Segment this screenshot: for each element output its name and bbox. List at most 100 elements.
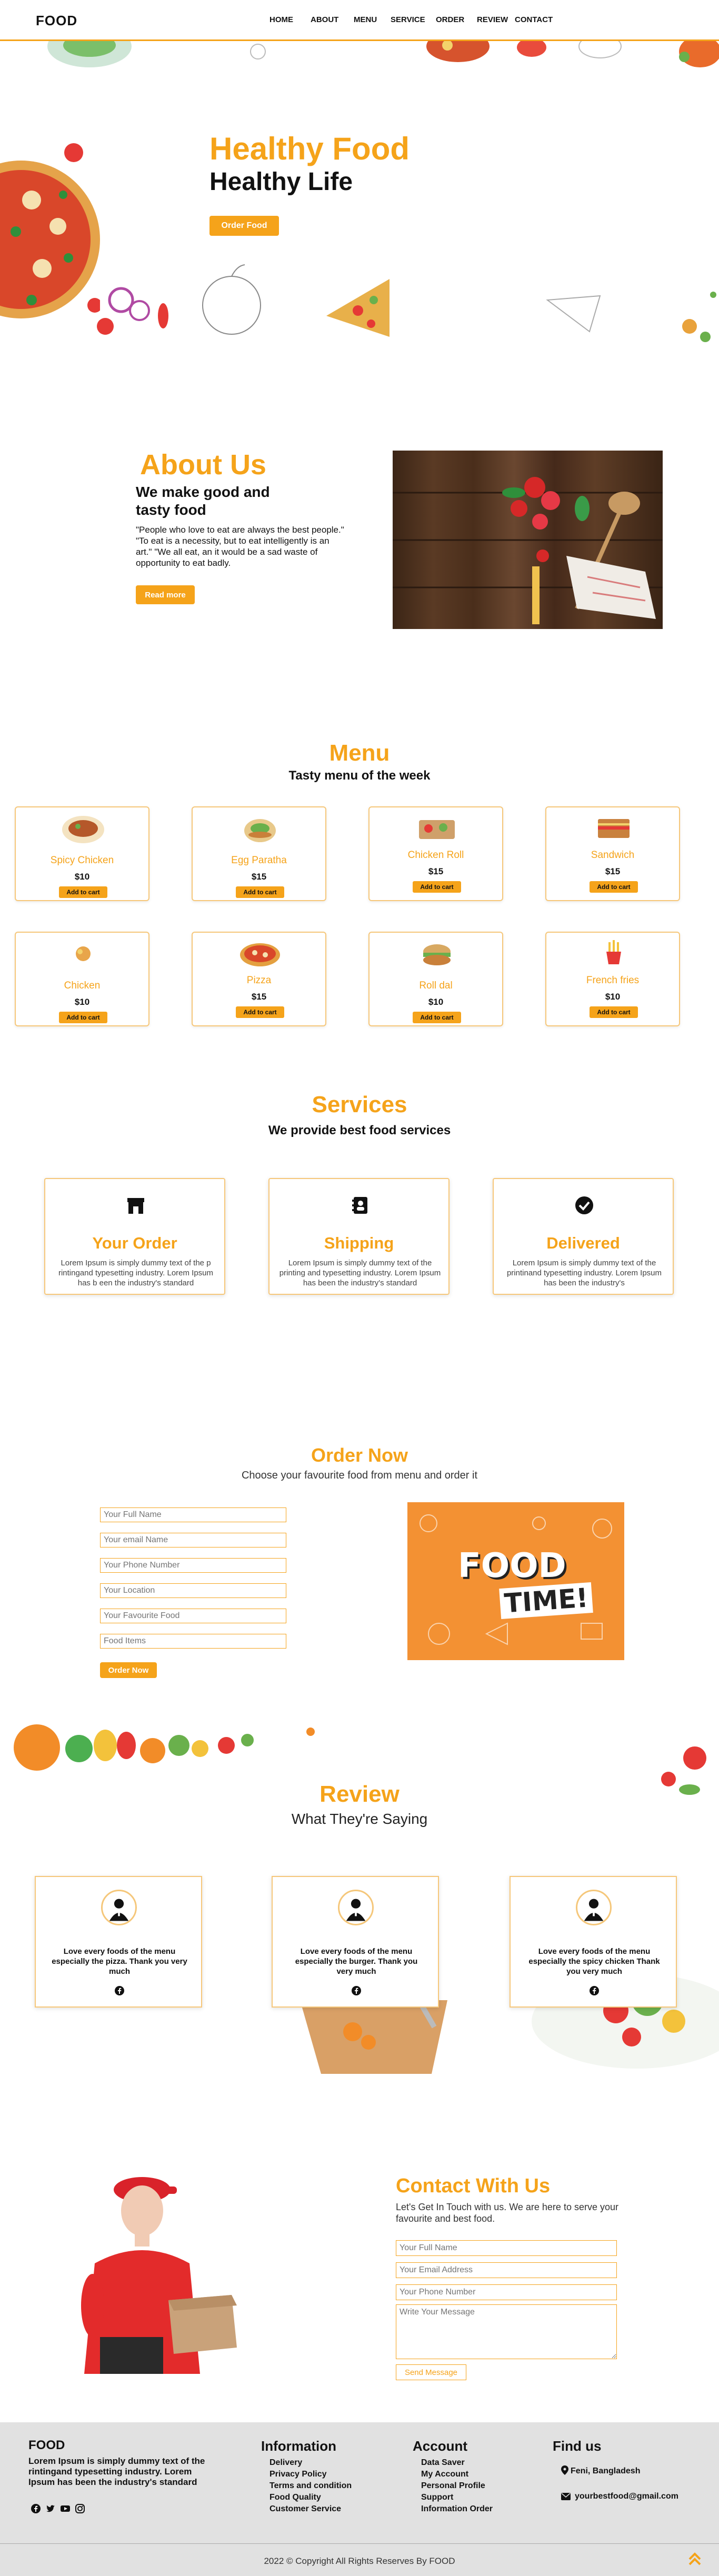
facebook-icon[interactable] [114,1985,125,1996]
review-text: Love every foods of the menu especially … [295,1947,418,1976]
nav-menu[interactable]: MENU [354,15,377,24]
youtube-icon[interactable] [60,2503,71,2514]
about-image [393,451,663,629]
nav-about[interactable]: ABOUT [311,15,338,24]
service-title: Your Order [92,1234,177,1252]
menu-title: Menu [329,740,390,766]
contact-email-input[interactable] [396,2262,617,2278]
menu-subtitle: Tasty menu of the week [288,768,431,783]
facebook-icon[interactable] [351,1985,362,1996]
nav-home[interactable]: HOME [269,15,293,24]
footer-link-delivery[interactable]: Delivery [269,2458,302,2468]
menu-item-price: $10 [74,872,90,882]
food-banner-text: FOOD [458,1546,566,1585]
avatar-icon [338,1890,374,1925]
nav-order[interactable]: ORDER [436,15,464,24]
pizza-image [0,143,100,318]
menu-item-name: Chicken [64,980,101,991]
menu-item-price: $10 [74,997,90,1007]
facebook-icon[interactable] [31,2503,41,2514]
phone-input[interactable] [100,1558,286,1573]
menu-item-price: $10 [428,997,444,1007]
footer-link-quality[interactable]: Food Quality [269,2493,321,2502]
menu-card-sandwich: Sandwich $15 Add to cart [545,806,680,901]
add-to-cart-button[interactable]: Add to cart [413,881,461,893]
about-subtitle: We make good and tasty food [136,484,270,518]
about-text: "People who love to eat are always the b… [136,525,344,568]
address-book-icon [352,1197,367,1214]
footer-link-privacy[interactable]: Privacy Policy [269,2470,327,2479]
add-to-cart-button[interactable]: Add to cart [236,886,284,898]
add-to-cart-button[interactable]: Add to cart [59,1012,107,1023]
service-title: Shipping [324,1234,394,1252]
location-input[interactable] [100,1583,286,1598]
menu-card-egg-paratha: Egg Paratha $15 Add to cart [192,806,326,901]
about-title: About Us [140,449,266,481]
roll-dal-image [423,944,451,965]
service-text: Lorem Ipsum is simply dummy text of the … [58,1259,214,1287]
review-text: Love every foods of the menu especially … [528,1947,660,1976]
contact-name-input[interactable] [396,2240,617,2256]
order-now-button[interactable]: Order Now [100,1662,157,1678]
add-to-cart-button[interactable]: Add to cart [236,1006,284,1018]
scroll-to-top-icon[interactable] [684,2548,705,2569]
nav-service[interactable]: SERVICE [391,15,425,24]
footer-divider [0,2543,719,2544]
copyright: 2022 © Copyright All Rights Reserves By … [264,2556,455,2566]
food-items-input[interactable] [100,1634,286,1649]
contact-title: Contact With Us [396,2175,551,2197]
nav-contact[interactable]: CONTACT [515,15,553,24]
chicken-image [76,946,91,961]
footer-email[interactable]: yourbestfood@gmail.com [575,2492,678,2501]
nav-review[interactable]: REVIEW [477,15,508,24]
menu-item-name: Sandwich [591,850,635,861]
menu-item-price: $15 [251,992,267,1002]
menu-item-name: Spicy Chicken [50,855,114,866]
menu-item-name: French fries [586,975,640,986]
footer-link-data-saver[interactable]: Data Saver [421,2458,465,2468]
review-card: Love every foods of the menu especially … [35,1876,202,2008]
pizza-item-image [240,943,280,966]
footer-link-support[interactable]: Support [421,2493,453,2502]
time-banner-text: TIME! [499,1582,594,1620]
instagram-icon[interactable] [75,2503,85,2514]
order-subtitle: Choose your favourite food from menu and… [241,1470,478,1481]
logo[interactable]: FOOD [36,13,77,29]
contact-message-input[interactable] [396,2304,617,2359]
service-card-shipping: Shipping Lorem Ipsum is simply dummy tex… [268,1178,450,1295]
favourite-food-input[interactable] [100,1609,286,1623]
add-to-cart-button[interactable]: Add to cart [590,881,638,893]
menu-card-chicken-roll: Chicken Roll $15 Add to cart [368,806,503,901]
footer-link-personal-profile[interactable]: Personal Profile [421,2481,485,2491]
send-message-button[interactable]: Send Message [396,2364,466,2380]
avatar-icon [101,1890,137,1925]
egg-paratha-image [244,819,276,842]
add-to-cart-button[interactable]: Add to cart [413,1012,461,1023]
delivery-man-illustration [81,2177,237,2374]
read-more-button[interactable]: Read more [136,585,195,604]
twitter-icon[interactable] [45,2503,56,2514]
review-card: Love every foods of the menu especially … [272,1876,439,2008]
email-icon [561,2493,571,2500]
menu-item-name: Egg Paratha [231,855,287,866]
add-to-cart-button[interactable]: Add to cart [590,1006,638,1018]
footer-link-terms[interactable]: Terms and condition [269,2481,352,2491]
contact-phone-input[interactable] [396,2284,617,2300]
footer-link-customer-service[interactable]: Customer Service [269,2504,341,2514]
order-food-button[interactable]: Order Food [209,216,279,236]
footer-link-my-account[interactable]: My Account [421,2470,468,2479]
menu-item-name: Chicken Roll [407,850,464,861]
add-to-cart-button[interactable]: Add to cart [59,886,107,898]
full-name-input[interactable] [100,1507,286,1522]
sandwich-image [598,819,630,838]
services-title: Services [312,1092,407,1117]
email-input[interactable] [100,1533,286,1547]
service-card-your-order: Your Order Lorem Ipsum is simply dummy t… [44,1178,225,1295]
footer-link-information-order[interactable]: Information Order [421,2504,493,2514]
food-time-banner: FOOD TIME! [407,1502,624,1660]
facebook-icon[interactable] [589,1985,600,1996]
menu-card-roll-dal: Roll dal $10 Add to cart [368,932,503,1026]
service-card-delivered: Delivered Lorem Ipsum is simply dummy te… [493,1178,674,1295]
menu-card-french-fries: French fries $10 Add to cart [545,932,680,1026]
menu-item-price: $10 [605,992,621,1002]
